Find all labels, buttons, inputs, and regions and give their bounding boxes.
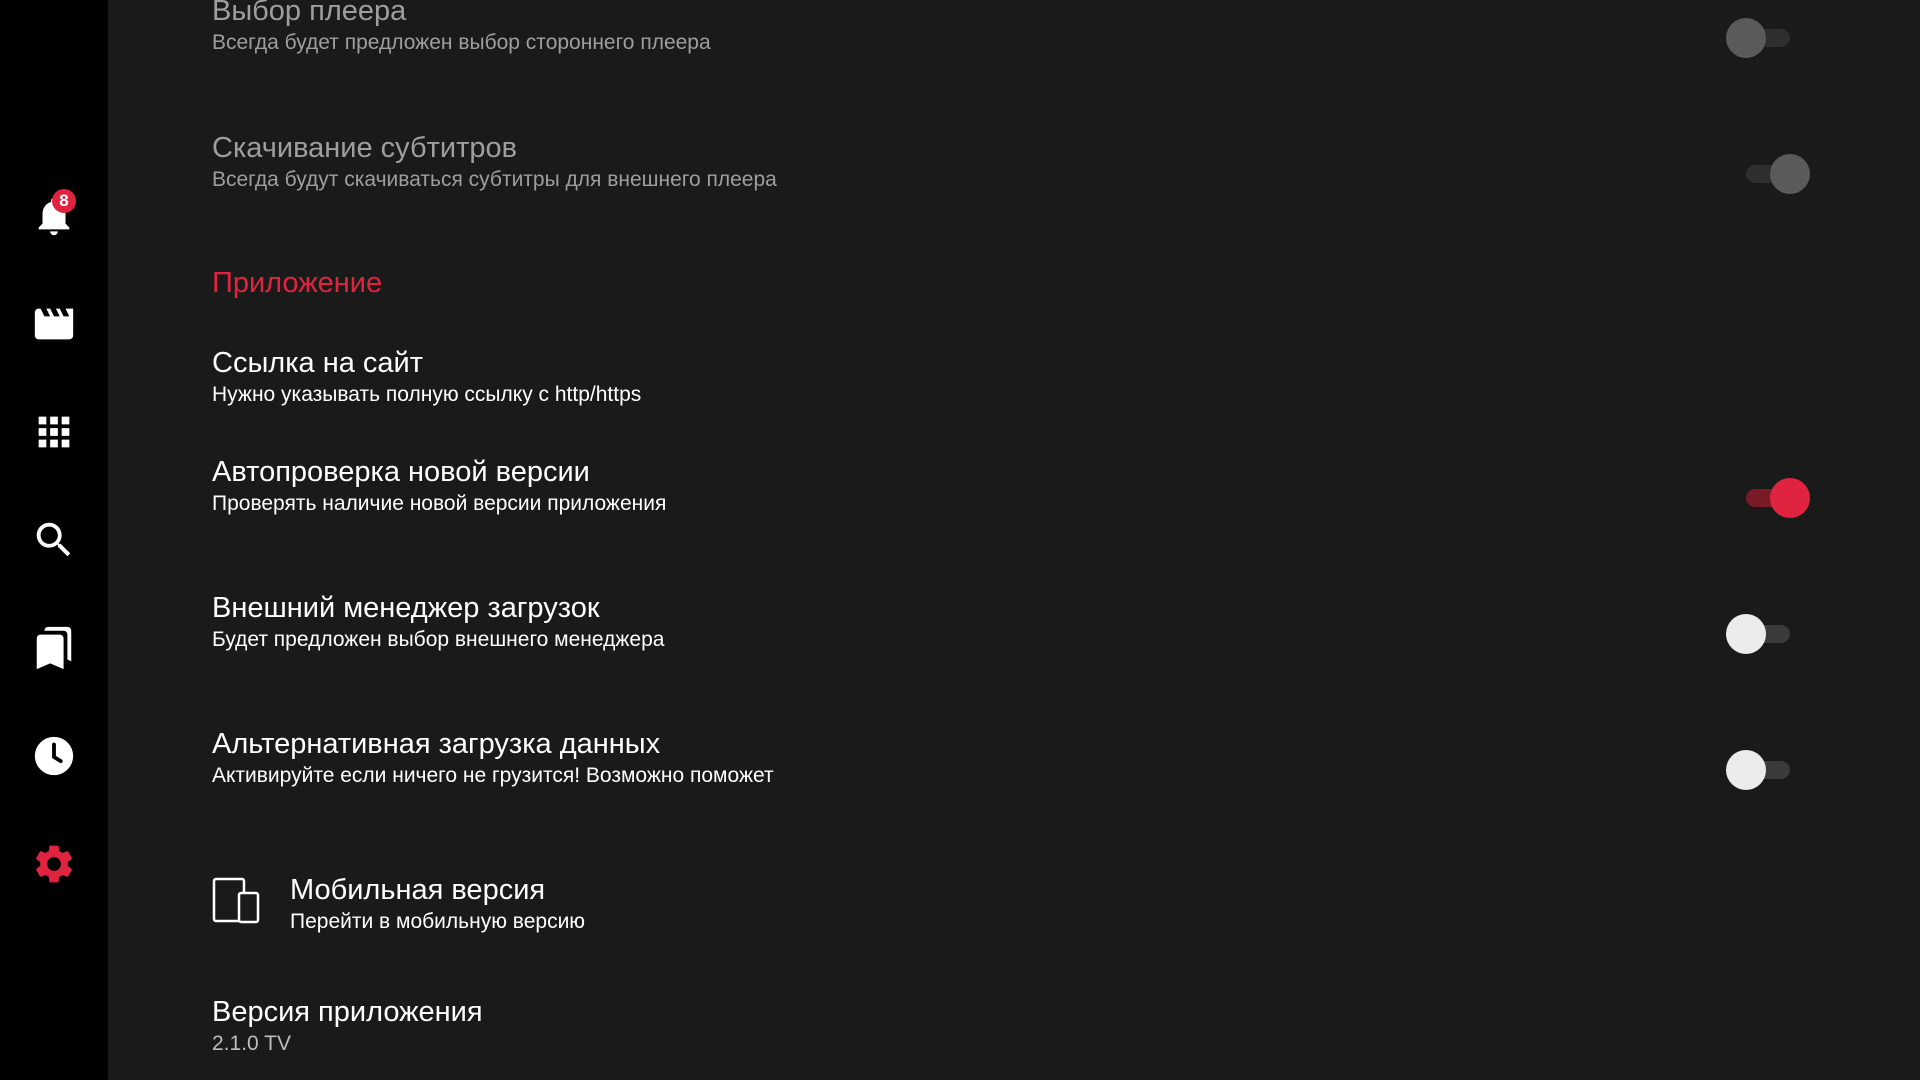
nav-bookmarks[interactable] bbox=[26, 620, 82, 676]
setting-subtitle: Проверять наличие новой версии приложени… bbox=[212, 492, 667, 515]
setting-external-downloader[interactable]: Внешний менеджер загрузок Будет предложе… bbox=[212, 590, 1912, 654]
settings-list: Выбор плеера Всегда будет предложен выбо… bbox=[108, 0, 1920, 1080]
app-version-value: 2.1.0 TV bbox=[212, 1032, 291, 1055]
setting-subtitle: Активируйте если ничего не грузится! Воз… bbox=[212, 764, 774, 787]
nav-history[interactable] bbox=[26, 728, 82, 784]
setting-subtitle: Всегда будет предложен выбор стороннего … bbox=[212, 31, 711, 54]
setting-subtitle: Перейти в мобильную версию bbox=[290, 910, 586, 933]
bookmarks-icon bbox=[36, 626, 72, 670]
clock-history-icon bbox=[34, 736, 74, 776]
setting-alt-loading[interactable]: Альтернативная загрузка данных Активируй… bbox=[212, 726, 1912, 790]
setting-title: Мобильная версия bbox=[290, 874, 546, 906]
auto-update-toggle[interactable] bbox=[1740, 478, 1810, 518]
section-header-app: Приложение bbox=[212, 267, 383, 299]
setting-title: Выбор плеера bbox=[212, 0, 407, 27]
setting-subtitle: Всегда будут скачиваться субтитры для вн… bbox=[212, 168, 777, 191]
setting-title: Ссылка на сайт bbox=[212, 347, 424, 379]
player-choice-toggle[interactable] bbox=[1726, 18, 1796, 58]
alt-loading-toggle[interactable] bbox=[1726, 750, 1796, 790]
search-icon bbox=[36, 522, 71, 557]
setting-title: Скачивание субтитров bbox=[212, 132, 518, 164]
setting-title: Версия приложения bbox=[212, 996, 483, 1028]
grid-apps-icon bbox=[38, 416, 70, 448]
nav-movies[interactable] bbox=[26, 296, 82, 352]
setting-auto-update[interactable]: Автопроверка новой версии Проверять нали… bbox=[212, 454, 1912, 518]
setting-title: Автопроверка новой версии bbox=[212, 456, 590, 488]
notification-badge: 8 bbox=[52, 189, 76, 213]
subtitles-download-toggle[interactable] bbox=[1740, 154, 1810, 194]
setting-site-link[interactable]: Ссылка на сайт Нужно указывать полную сс… bbox=[212, 345, 1912, 409]
mobile-tablet-icon bbox=[212, 877, 260, 924]
sidebar: 8 bbox=[0, 0, 108, 1080]
gear-icon bbox=[36, 845, 72, 883]
setting-app-version: Версия приложения 2.1.0 TV bbox=[212, 994, 1912, 1058]
setting-player-choice[interactable]: Выбор плеера Всегда будет предложен выбо… bbox=[212, 0, 1912, 57]
nav-search[interactable] bbox=[26, 512, 82, 568]
nav-categories[interactable] bbox=[26, 404, 82, 460]
setting-subtitles-download[interactable]: Скачивание субтитров Всегда будут скачив… bbox=[212, 130, 1912, 194]
nav-settings[interactable] bbox=[26, 836, 82, 892]
setting-subtitle: Будет предложен выбор внешнего менеджера bbox=[212, 628, 665, 651]
movie-clapper-icon bbox=[34, 308, 74, 340]
setting-subtitle: Нужно указывать полную ссылку с http/htt… bbox=[212, 383, 642, 406]
setting-title: Внешний менеджер загрузок bbox=[212, 592, 600, 624]
external-downloader-toggle[interactable] bbox=[1726, 614, 1796, 654]
setting-title: Альтернативная загрузка данных bbox=[212, 728, 661, 760]
